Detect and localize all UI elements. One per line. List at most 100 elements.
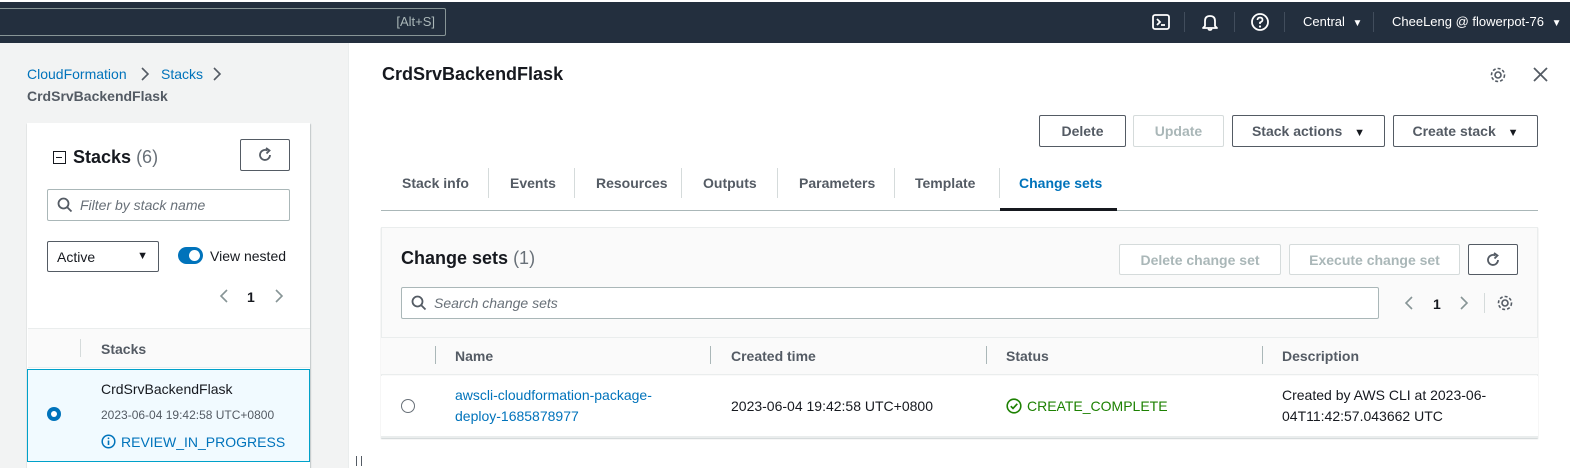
- tab-stack-info[interactable]: Stack info: [402, 175, 469, 191]
- stacks-count: (6): [136, 147, 159, 167]
- settings-gear-icon[interactable]: [1489, 66, 1507, 84]
- change-set-created-time: 2023-06-04 19:42:58 UTC+0800: [731, 398, 933, 414]
- stack-row-selected[interactable]: CrdSrvBackendFlask 2023-06-04 19:42:58 U…: [27, 369, 310, 462]
- change-set-name-link[interactable]: awscli-cloudformation-package- deploy-16…: [455, 385, 652, 427]
- radio-selected[interactable]: [47, 407, 61, 421]
- topbar-divider: [1373, 12, 1374, 32]
- global-search-input[interactable]: [Alt+S]: [0, 8, 446, 36]
- change-sets-title-text: Change sets: [401, 248, 509, 268]
- caret-down-icon: ▼: [1354, 127, 1366, 139]
- change-set-name-line1: awscli-cloudformation-package-: [455, 387, 652, 403]
- row-radio[interactable]: [401, 399, 415, 413]
- tab-template[interactable]: Template: [915, 175, 975, 191]
- stacks-panel-title: Stacks (6): [73, 147, 158, 168]
- caret-down-icon: ▼: [1352, 18, 1363, 29]
- stacks-title-text: Stacks: [73, 147, 132, 167]
- account-label: CheeLeng @ flowerpot-76: [1392, 14, 1544, 29]
- view-nested-toggle[interactable]: [178, 247, 203, 264]
- column-divider: [435, 346, 436, 364]
- collapse-icon[interactable]: [53, 151, 66, 164]
- toggle-knob: [189, 250, 200, 261]
- stack-status: REVIEW_IN_PROGRESS: [121, 434, 286, 450]
- execute-change-set-button[interactable]: Execute change set: [1289, 244, 1460, 275]
- view-nested-label: View nested: [210, 248, 287, 264]
- create-stack-label: Create stack: [1412, 123, 1496, 139]
- region-selector[interactable]: Central ▼: [1303, 14, 1362, 29]
- change-set-name-line2: deploy-1685878977: [455, 408, 579, 424]
- tab-divider: [999, 168, 1000, 198]
- close-icon[interactable]: [1532, 66, 1549, 83]
- breadcrumb-cloudformation[interactable]: CloudFormation: [27, 66, 127, 82]
- breadcrumb-current: CrdSrvBackendFlask: [27, 88, 168, 104]
- tab-divider: [894, 168, 895, 198]
- delete-change-set-button[interactable]: Delete change set: [1119, 244, 1281, 275]
- change-sets-table-header: [381, 337, 1538, 375]
- previous-page-icon[interactable]: [218, 288, 230, 304]
- region-label: Central: [1303, 14, 1345, 29]
- stack-actions-label: Stack actions: [1251, 123, 1343, 139]
- column-divider: [1262, 346, 1263, 364]
- change-sets-title: Change sets (1): [401, 248, 535, 269]
- previous-page-icon[interactable]: [1403, 295, 1415, 311]
- tab-divider: [488, 168, 489, 198]
- next-page-icon[interactable]: [1458, 295, 1470, 311]
- stack-name[interactable]: CrdSrvBackendFlask: [101, 381, 233, 397]
- tab-resources[interactable]: Resources: [596, 175, 668, 191]
- tab-divider: [574, 168, 575, 198]
- active-tab-indicator: [1000, 208, 1117, 211]
- tab-change-sets[interactable]: Change sets: [1019, 175, 1102, 191]
- search-shortcut-hint: [Alt+S]: [396, 14, 435, 29]
- status-filter-value: Active: [57, 249, 96, 265]
- refresh-change-sets-button[interactable]: [1468, 244, 1518, 275]
- filter-stacks-input[interactable]: Filter by stack name: [47, 189, 290, 221]
- pagination-divider: [1484, 293, 1485, 313]
- tab-events[interactable]: Events: [510, 175, 556, 191]
- stack-created-time: 2023-06-04 19:42:58 UTC+0800: [101, 408, 275, 422]
- topbar-divider: [1234, 12, 1235, 32]
- update-stack-button[interactable]: Update: [1133, 115, 1224, 147]
- stacks-page-number[interactable]: 1: [247, 289, 255, 305]
- caret-down-icon: ▼: [1507, 127, 1519, 139]
- delete-stack-button[interactable]: Delete: [1039, 115, 1126, 147]
- account-menu[interactable]: CheeLeng @ flowerpot-76 ▼: [1392, 14, 1562, 29]
- caret-down-icon: ▼: [137, 250, 148, 262]
- change-set-status: CREATE_COMPLETE: [1027, 398, 1168, 414]
- cloudshell-icon[interactable]: [1151, 12, 1171, 32]
- breadcrumb-stacks[interactable]: Stacks: [161, 66, 203, 82]
- stacks-table-header: Stacks: [28, 328, 310, 368]
- column-header-name[interactable]: Name: [455, 348, 493, 364]
- stack-actions-dropdown[interactable]: Stack actions ▼: [1232, 115, 1385, 147]
- refresh-icon: [259, 147, 271, 161]
- filter-placeholder: Filter by stack name: [80, 197, 206, 213]
- column-divider: [710, 346, 711, 364]
- change-set-description: Created by AWS CLI at 2023-06- 04T11:42:…: [1282, 385, 1486, 427]
- top-navigation-bar: [Alt+S] Central ▼ CheeLeng @ flowerpot-7…: [0, 0, 1570, 43]
- search-icon: [411, 295, 427, 311]
- top-border: [0, 0, 1570, 2]
- tab-divider: [777, 168, 778, 198]
- change-sets-page-number[interactable]: 1: [1433, 296, 1441, 312]
- change-set-description-line2: 04T11:42:57.043662 UTC: [1282, 408, 1443, 424]
- column-divider: [986, 346, 987, 364]
- create-stack-dropdown[interactable]: Create stack ▼: [1393, 115, 1538, 147]
- tab-parameters[interactable]: Parameters: [799, 175, 875, 191]
- search-icon: [57, 197, 73, 213]
- column-header-status[interactable]: Status: [1006, 348, 1049, 364]
- tab-outputs[interactable]: Outputs: [703, 175, 757, 191]
- search-change-sets-input[interactable]: Search change sets: [401, 287, 1379, 319]
- status-filter-select[interactable]: Active ▼: [47, 241, 159, 272]
- change-set-description-line1: Created by AWS CLI at 2023-06-: [1282, 387, 1487, 403]
- panel-resize-handle[interactable]: [356, 456, 362, 466]
- stack-detail-title: CrdSrvBackendFlask: [382, 64, 564, 84]
- next-page-icon[interactable]: [273, 288, 285, 304]
- stacks-column-header: Stacks: [101, 341, 147, 357]
- refresh-stacks-button[interactable]: [240, 139, 290, 171]
- success-check-icon: [1006, 398, 1022, 414]
- column-header-description[interactable]: Description: [1282, 348, 1359, 364]
- column-header-created-time[interactable]: Created time: [731, 348, 816, 364]
- chevron-right-icon: [213, 67, 222, 81]
- preferences-gear-icon[interactable]: [1496, 294, 1514, 312]
- chevron-right-icon: [141, 67, 150, 81]
- help-icon[interactable]: [1250, 12, 1270, 32]
- notifications-icon[interactable]: [1200, 12, 1220, 32]
